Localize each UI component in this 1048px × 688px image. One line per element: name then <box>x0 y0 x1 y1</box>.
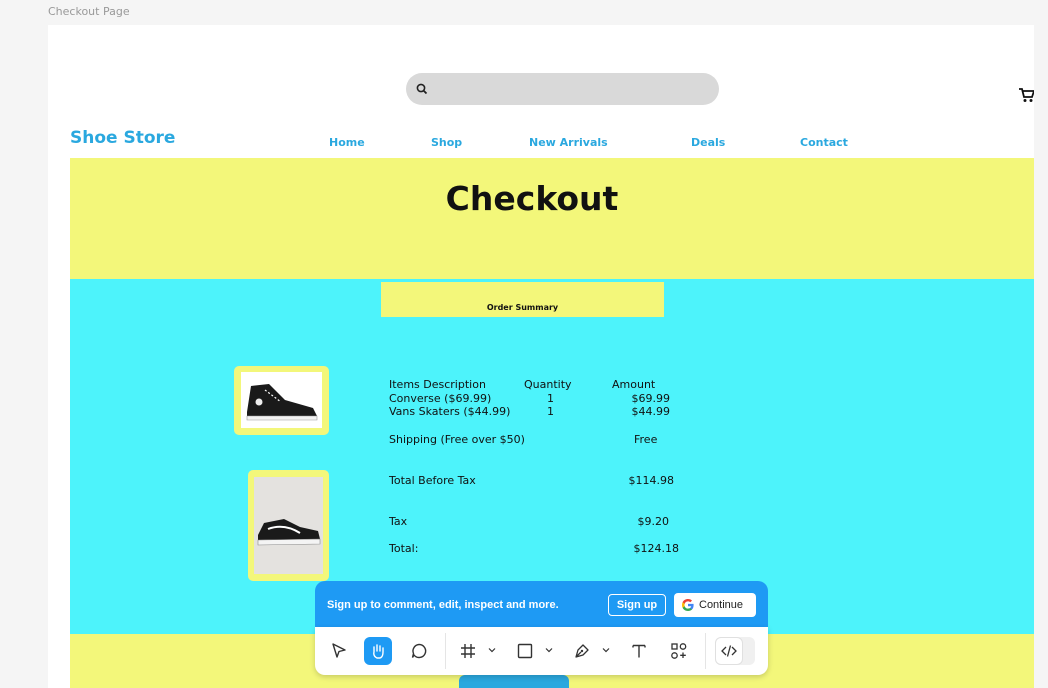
pen-icon <box>575 644 589 658</box>
brand-logo[interactable]: Shoe Store <box>70 128 175 148</box>
total-before-tax-label: Total Before Tax <box>389 474 476 487</box>
text-icon <box>632 644 646 658</box>
nav-deals[interactable]: Deals <box>691 136 725 149</box>
total-before-tax-value: $114.98 <box>628 474 675 487</box>
cart-icon[interactable] <box>1018 87 1034 103</box>
item-converse-quantity: 1 <box>547 392 554 405</box>
figma-toolbar <box>315 627 768 675</box>
nav-shop[interactable]: Shop <box>431 136 462 149</box>
frame-tool[interactable] <box>454 637 482 665</box>
continue-with-google-button[interactable]: Continue <box>674 593 756 617</box>
frame-label: Checkout Page <box>48 5 130 18</box>
google-icon <box>682 599 694 611</box>
header-quantity: Quantity <box>524 378 572 391</box>
hand-icon <box>373 644 384 659</box>
components-tool[interactable] <box>665 637 693 665</box>
frame-icon <box>461 644 475 658</box>
rectangle-icon <box>517 643 533 659</box>
place-order-button[interactable] <box>459 675 569 688</box>
tax-value: $9.20 <box>637 515 670 528</box>
cursor-icon <box>332 643 346 658</box>
chevron-down-icon[interactable] <box>602 646 610 654</box>
move-tool[interactable] <box>325 637 353 665</box>
components-icon <box>671 643 687 659</box>
vans-shoe-image <box>254 477 323 574</box>
order-summary-title: Order Summary <box>486 303 559 312</box>
order-summary-header: Order Summary <box>381 282 664 317</box>
hero-section: Checkout <box>70 158 1034 279</box>
dev-mode-toggle[interactable] <box>715 637 755 665</box>
comment-icon <box>411 643 427 659</box>
signup-banner: Sign up to comment, edit, inspect and mo… <box>315 581 768 627</box>
text-tool[interactable] <box>625 637 653 665</box>
code-button[interactable] <box>715 637 743 665</box>
converse-shoe-image <box>241 372 322 428</box>
chevron-down-icon[interactable] <box>545 646 553 654</box>
page-title: Checkout <box>445 179 619 218</box>
toolbar-divider <box>705 633 706 669</box>
nav-contact[interactable]: Contact <box>800 136 848 149</box>
product-card-vans <box>248 470 329 581</box>
signup-banner-text: Sign up to comment, edit, inspect and mo… <box>327 599 559 611</box>
item-vans-amount: $44.99 <box>631 405 671 418</box>
signup-button[interactable]: Sign up <box>608 594 666 616</box>
shape-tool[interactable] <box>511 637 539 665</box>
header-description: Items Description <box>389 378 486 391</box>
continue-label: Continue <box>699 599 744 611</box>
item-converse-amount: $69.99 <box>631 392 671 405</box>
shipping-value: Free <box>634 433 658 446</box>
total-label: Total: <box>389 542 419 555</box>
total-value: $124.18 <box>633 542 680 555</box>
item-converse-description: Converse ($69.99) <box>389 392 492 405</box>
shipping-label: Shipping (Free over $50) <box>389 433 525 446</box>
search-bar[interactable] <box>406 73 719 105</box>
header-amount: Amount <box>612 378 656 391</box>
pen-tool[interactable] <box>568 637 596 665</box>
toolbar-divider <box>445 633 446 669</box>
comment-tool[interactable] <box>405 637 433 665</box>
tax-label: Tax <box>389 515 408 528</box>
chevron-down-icon[interactable] <box>488 646 496 654</box>
item-vans-description: Vans Skaters ($44.99) <box>389 405 511 418</box>
hand-tool[interactable] <box>364 637 392 665</box>
nav-home[interactable]: Home <box>329 136 365 149</box>
search-icon <box>416 83 428 95</box>
item-vans-quantity: 1 <box>547 405 554 418</box>
code-icon <box>721 645 737 657</box>
product-card-converse <box>234 366 329 435</box>
nav-new-arrivals[interactable]: New Arrivals <box>529 136 608 149</box>
